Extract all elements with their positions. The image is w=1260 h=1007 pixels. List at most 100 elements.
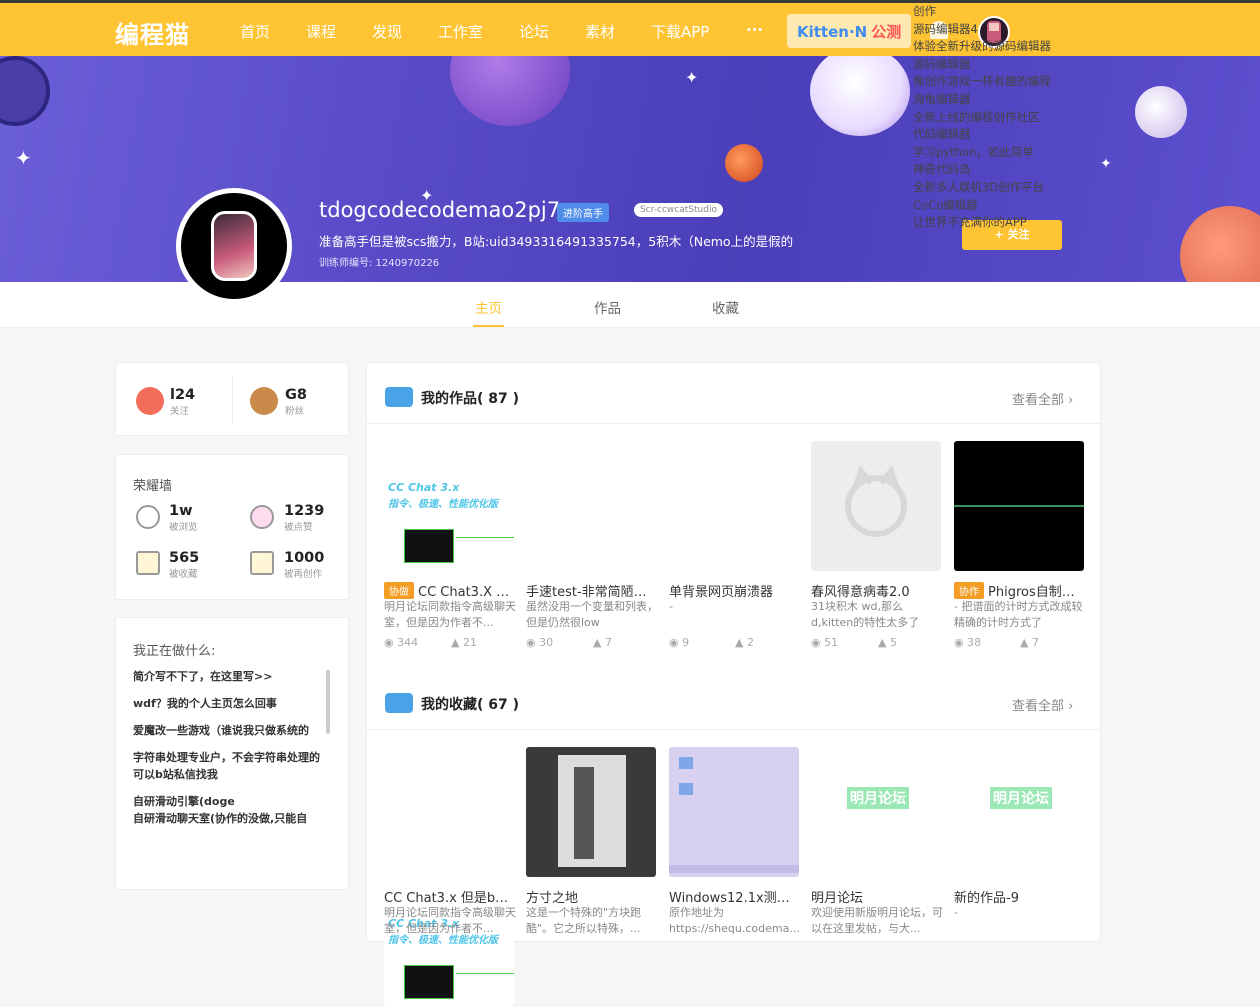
collected-count: 565 xyxy=(169,550,200,566)
honor-wall-title: 荣耀墙 xyxy=(133,479,173,494)
doing-list[interactable]: 简介写不下了，在这里写>> wdf？我的个人主页怎么回事 爱魔改一些游戏（谁说我… xyxy=(133,668,323,836)
profile-avatar[interactable] xyxy=(176,188,292,304)
fav-title-0[interactable]: CC Chat3.x 但是bug... xyxy=(384,887,516,906)
kitten-beta-tag: 公测 xyxy=(871,23,902,41)
dropdown-item: 让世界不充满你的APP xyxy=(913,215,1027,230)
remix-count: 1000 xyxy=(284,550,325,566)
dropdown-item[interactable]: 源码编辑器4 xyxy=(913,21,1051,39)
fav-title-2[interactable]: Windows12.1x测试... xyxy=(669,887,801,906)
views-count: 1w xyxy=(169,503,193,519)
nav-home[interactable]: 首页 xyxy=(240,21,270,42)
likes-count: 7 xyxy=(1031,636,1039,649)
nav-courses[interactable]: 课程 xyxy=(306,21,336,42)
likes-count: 1239 xyxy=(284,503,325,519)
dropdown-item[interactable]: 神奇代码岛 xyxy=(913,161,1051,179)
doing-scrollbar[interactable] xyxy=(326,670,330,734)
thumb-title-text: CC Chat 3.x xyxy=(388,481,460,494)
planet-decoration xyxy=(1135,86,1187,138)
fav-desc-2: 原作地址为https://shequ.codema... xyxy=(669,906,800,935)
work-title-3[interactable]: 春风得意病毒2.0 xyxy=(811,581,943,600)
create-dropdown-menu: 创作 源码编辑器4 体验全新升级的源码编辑器 源码编辑器 像创作游戏一样有趣的编… xyxy=(913,3,1051,232)
fans-icon xyxy=(250,387,278,415)
work-title-1[interactable]: 手速test-非常简陋且... xyxy=(526,581,658,600)
collab-tag: 协做 xyxy=(384,582,414,599)
work-title-4[interactable]: 协作 Phigros自制烂... xyxy=(954,581,1086,600)
work-thumb-4[interactable] xyxy=(954,441,1084,571)
views-label: 被浏览 xyxy=(169,522,198,533)
fav-thumb-4[interactable]: 明月论坛 xyxy=(954,747,1084,877)
nav-more[interactable]: ··· xyxy=(746,21,763,39)
dropdown-item: 全新多人联机3D创作平台 xyxy=(913,179,1045,194)
likes-count: 2 xyxy=(746,636,754,649)
collab-tag: 协作 xyxy=(954,582,984,599)
fav-title-4[interactable]: 新的作品-9 xyxy=(954,887,1086,906)
favorites-view-all-link[interactable]: 查看全部 › xyxy=(1012,695,1073,714)
star-icon: ✦ xyxy=(15,146,32,170)
remix-label: 被再创作 xyxy=(284,569,323,580)
level-badge: 进阶高手 xyxy=(557,203,609,222)
work-likes-1: ▲ 7 xyxy=(593,636,612,649)
tab-home[interactable]: 主页 xyxy=(473,297,504,327)
dropdown-item[interactable]: 海龟编辑器 xyxy=(913,91,1051,109)
nav-download-app[interactable]: 下载APP xyxy=(651,21,709,42)
fans-count[interactable]: G8 xyxy=(285,387,307,403)
work-desc-0: 明月论坛同款指令高级聊天室，但是因为作者不... xyxy=(384,600,516,629)
kitten-n-button[interactable]: Kitten·N 公测 xyxy=(787,14,911,48)
nav-discover[interactable]: 发现 xyxy=(372,21,402,42)
star-icon: ✦ xyxy=(1100,156,1112,172)
nav-assets[interactable]: 素材 xyxy=(585,21,615,42)
following-label: 关注 xyxy=(170,406,190,417)
nav-forum[interactable]: 论坛 xyxy=(519,21,549,42)
avatar-character-icon xyxy=(211,211,257,281)
doing-item: 自研滑动聊天室(协作的没做,只能自 xyxy=(133,812,308,825)
tab-works[interactable]: 作品 xyxy=(594,297,621,317)
desktop-icon xyxy=(679,783,693,795)
favorites-view-all-label: 查看全部 xyxy=(1012,699,1065,714)
work-views-3: ◉ 51 xyxy=(811,636,838,649)
likes-count: 5 xyxy=(889,636,897,649)
works-view-all-link[interactable]: 查看全部 › xyxy=(1012,389,1073,408)
work-views-0: ◉ 344 xyxy=(384,636,418,649)
work-likes-2: ▲ 2 xyxy=(735,636,754,649)
eye-icon: ◉ xyxy=(954,636,968,649)
dropdown-item: 像创作游戏一样有趣的编程 xyxy=(913,74,1051,89)
work-thumb-0[interactable]: CC Chat 3.x 指令、极速、性能优化版 xyxy=(384,441,514,571)
fav-desc-3: 欢迎使用新版明月论坛，可以在这里发帖，与大... xyxy=(811,906,943,935)
profile-tabs: 主页 作品 收藏 xyxy=(0,282,1260,328)
eye-icon: ◉ xyxy=(526,636,540,649)
dropdown-item[interactable]: 创作 xyxy=(913,3,1051,21)
cat-placeholder-icon xyxy=(845,464,907,537)
work-thumb-3[interactable] xyxy=(811,441,941,571)
favorites-section-icon xyxy=(385,693,413,713)
fav-title-3[interactable]: 明月论坛 xyxy=(811,887,943,906)
site-logo[interactable]: 编程猫 xyxy=(115,15,190,50)
studio-badge[interactable]: Scr-ccwcatStudio xyxy=(634,203,723,217)
following-count[interactable]: l24 xyxy=(170,387,195,403)
dropdown-item[interactable]: 代码编辑器 xyxy=(913,126,1051,144)
dropdown-item[interactable]: CoCo编辑器 xyxy=(913,197,1051,215)
fav-thumb-2[interactable] xyxy=(669,747,799,877)
eye-icon xyxy=(136,505,160,529)
fav-title-1[interactable]: 方寸之地 xyxy=(526,887,658,906)
fav-thumb-1[interactable] xyxy=(526,747,656,877)
thumb-up-icon: ▲ xyxy=(451,636,463,649)
work-views-1: ◉ 30 xyxy=(526,636,553,649)
dropdown-item[interactable]: 源码编辑器 xyxy=(913,56,1051,74)
planet-decoration xyxy=(725,144,763,182)
thumb-screen-icon xyxy=(404,965,454,999)
fav-thumb-3[interactable]: 明月论坛 xyxy=(811,747,941,877)
nav-studio[interactable]: 工作室 xyxy=(438,21,483,42)
tab-favorites[interactable]: 收藏 xyxy=(712,297,739,317)
dropdown-item: 学习python，如此简单 xyxy=(913,144,1034,159)
work-thumb-1[interactable] xyxy=(526,441,656,571)
works-view-all-label: 查看全部 xyxy=(1012,393,1065,408)
doing-item: 字符串处理专业户，不会字符串处理的可以b站私信找我 xyxy=(133,751,320,781)
work-title-2[interactable]: 单背景网页崩溃器 xyxy=(669,581,801,600)
work-title-text: Phigros自制烂... xyxy=(988,585,1086,600)
work-thumb-2[interactable] xyxy=(669,441,799,571)
work-desc-2: - xyxy=(669,600,673,613)
favorites-section-title: 我的收藏( 67 ) xyxy=(421,697,520,713)
profile-motto: 准备高手但是被scs搬力，B站:uid3493316491335754，5积木（… xyxy=(319,234,794,249)
work-title-0[interactable]: 协做 CC Chat3.X 但... xyxy=(384,581,516,600)
maze-block xyxy=(574,767,594,859)
